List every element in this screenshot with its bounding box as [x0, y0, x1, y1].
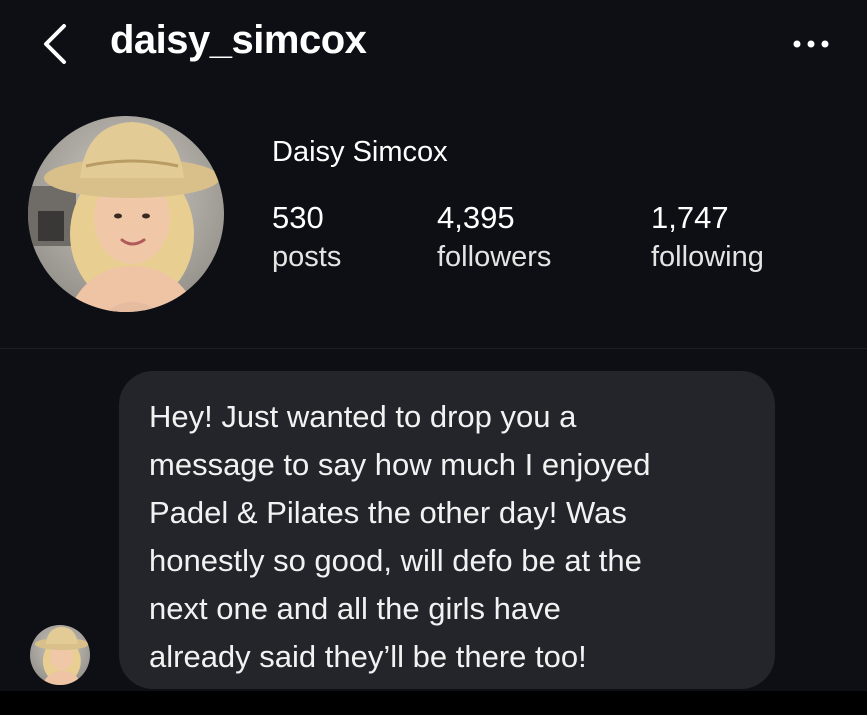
profile-username: daisy_simcox — [110, 18, 367, 62]
following-stat[interactable]: 1,747 following — [651, 200, 764, 276]
followers-stat[interactable]: 4,395 followers — [437, 200, 551, 276]
followers-count: 4,395 — [437, 200, 515, 235]
message-text: Hey! Just wanted to drop you a message t… — [149, 399, 651, 674]
sender-avatar[interactable] — [30, 625, 90, 685]
posts-count: 530 — [272, 200, 324, 235]
chevron-left-icon — [44, 24, 66, 64]
message-bubble[interactable]: Hey! Just wanted to drop you a message t… — [119, 371, 775, 689]
following-label: following — [651, 241, 764, 273]
bottom-bar — [0, 691, 867, 715]
display-name: Daisy Simcox — [272, 136, 448, 168]
posts-label: posts — [272, 241, 342, 273]
avatar-photo — [28, 116, 224, 312]
message-thread: Hey! Just wanted to drop you a message t… — [0, 349, 867, 691]
followers-label: followers — [437, 241, 552, 273]
profile-summary: Daisy Simcox 530 posts 4,395 followers 1… — [0, 92, 867, 348]
back-button[interactable] — [36, 22, 76, 66]
following-count: 1,747 — [651, 200, 729, 235]
more-horizontal-icon — [793, 40, 829, 48]
posts-stat[interactable]: 530 posts — [272, 200, 341, 276]
profile-header: daisy_simcox — [0, 0, 867, 92]
more-options-button[interactable] — [788, 30, 834, 58]
profile-avatar[interactable] — [28, 116, 224, 312]
avatar-photo-small — [30, 625, 90, 685]
